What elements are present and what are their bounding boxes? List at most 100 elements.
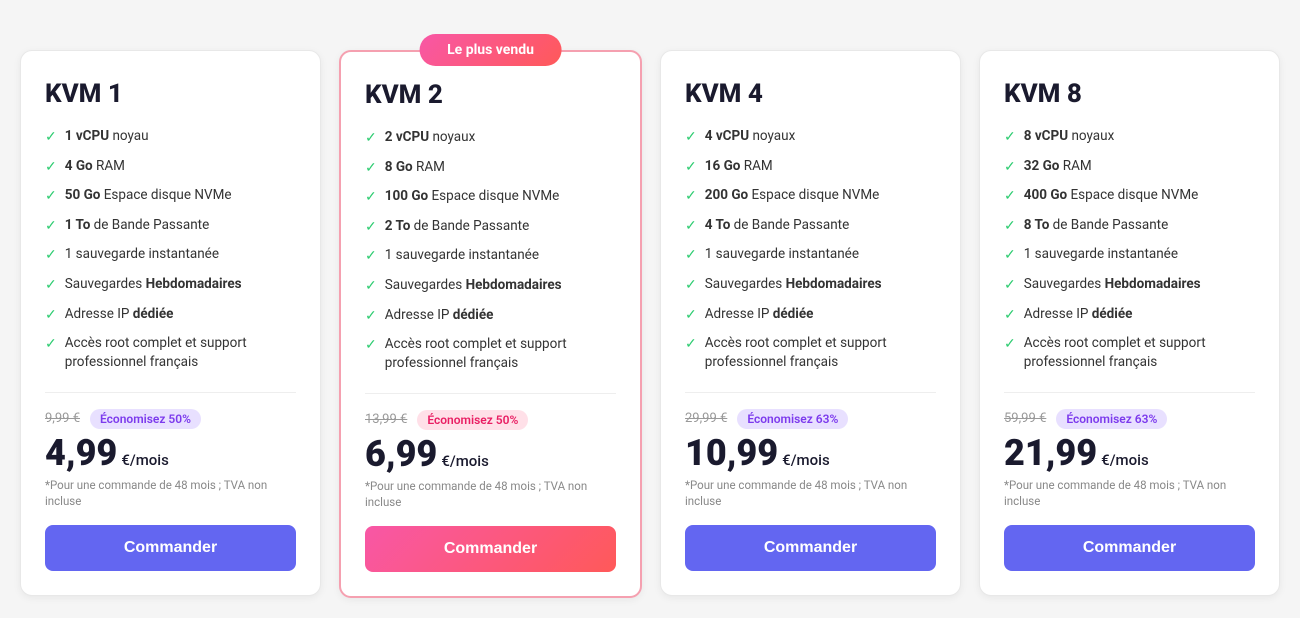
feature-item: ✓ 8 vCPU noyaux [1004, 127, 1255, 148]
feature-item: ✓ 1 sauvegarde instantanée [1004, 245, 1255, 266]
check-icon: ✓ [685, 217, 697, 237]
feature-item: ✓ Sauvegardes Hebdomadaires [685, 275, 936, 296]
check-icon: ✓ [45, 158, 57, 178]
check-icon: ✓ [1004, 246, 1016, 266]
feature-item: ✓ 400 Go Espace disque NVMe [1004, 186, 1255, 207]
price-main: 6,99 [365, 436, 437, 472]
divider [45, 392, 296, 393]
feature-text: 1 To de Bande Passante [65, 216, 210, 235]
check-icon: ✓ [1004, 158, 1016, 178]
check-icon: ✓ [685, 276, 697, 296]
pricing-row: 13,99 € Économisez 50% [365, 410, 616, 430]
price-unit: €/mois [121, 451, 169, 469]
check-icon: ✓ [1004, 306, 1016, 326]
feature-text: Adresse IP dédiée [385, 306, 494, 325]
check-icon: ✓ [45, 276, 57, 296]
price-note: *Pour une commande de 48 mois ; TVA non … [45, 477, 296, 509]
featured-badge: Le plus vendu [419, 34, 562, 66]
savings-badge: Économisez 63% [737, 409, 848, 429]
check-icon: ✓ [45, 306, 57, 326]
feature-text: 32 Go RAM [1024, 157, 1092, 176]
feature-text: 4 Go RAM [65, 157, 125, 176]
features-list: ✓ 4 vCPU noyaux ✓ 16 Go RAM ✓ 200 Go Esp… [685, 127, 936, 372]
feature-text: 100 Go Espace disque NVMe [385, 187, 560, 206]
price-note: *Pour une commande de 48 mois ; TVA non … [365, 478, 616, 510]
features-list: ✓ 8 vCPU noyaux ✓ 32 Go RAM ✓ 400 Go Esp… [1004, 127, 1255, 372]
feature-item: ✓ 4 To de Bande Passante [685, 216, 936, 237]
check-icon: ✓ [685, 306, 697, 326]
savings-badge: Économisez 50% [90, 409, 201, 429]
feature-item: ✓ 32 Go RAM [1004, 157, 1255, 178]
feature-text: 1 vCPU noyau [65, 127, 149, 146]
feature-item: ✓ Accès root complet et support professi… [365, 335, 616, 373]
feature-text: Adresse IP dédiée [65, 305, 174, 324]
feature-item: ✓ Accès root complet et support professi… [685, 334, 936, 372]
feature-item: ✓ Adresse IP dédiée [365, 306, 616, 327]
check-icon: ✓ [685, 187, 697, 207]
feature-item: ✓ 4 Go RAM [45, 157, 296, 178]
feature-item: ✓ Sauvegardes Hebdomadaires [365, 276, 616, 297]
feature-text: 4 To de Bande Passante [705, 216, 850, 235]
feature-item: ✓ Adresse IP dédiée [1004, 305, 1255, 326]
feature-item: ✓ 8 To de Bande Passante [1004, 216, 1255, 237]
check-icon: ✓ [685, 158, 697, 178]
check-icon: ✓ [1004, 128, 1016, 148]
check-icon: ✓ [365, 218, 377, 238]
feature-text: Sauvegardes Hebdomadaires [1024, 275, 1201, 294]
feature-item: ✓ 100 Go Espace disque NVMe [365, 187, 616, 208]
feature-text: Adresse IP dédiée [1024, 305, 1133, 324]
feature-text: Accès root complet et support profession… [65, 334, 296, 372]
cta-button[interactable]: Commander [45, 525, 296, 571]
feature-item: ✓ 50 Go Espace disque NVMe [45, 186, 296, 207]
savings-badge: Économisez 50% [417, 410, 528, 430]
feature-text: 1 sauvegarde instantanée [65, 245, 219, 264]
price-unit: €/mois [1101, 451, 1149, 469]
feature-item: ✓ 16 Go RAM [685, 157, 936, 178]
cta-button[interactable]: Commander [685, 525, 936, 571]
feature-item: ✓ Accès root complet et support professi… [1004, 334, 1255, 372]
cta-button[interactable]: Commander [1004, 525, 1255, 571]
feature-item: ✓ Sauvegardes Hebdomadaires [45, 275, 296, 296]
cta-button[interactable]: Commander [365, 526, 616, 572]
check-icon: ✓ [685, 335, 697, 355]
plan-title: KVM 4 [685, 79, 936, 109]
check-icon: ✓ [45, 128, 57, 148]
check-icon: ✓ [45, 217, 57, 237]
old-price: 9,99 € [45, 411, 80, 426]
feature-item: ✓ 1 sauvegarde instantanée [365, 246, 616, 267]
feature-item: ✓ 1 sauvegarde instantanée [685, 245, 936, 266]
check-icon: ✓ [45, 246, 57, 266]
price-unit: €/mois [782, 451, 830, 469]
feature-item: ✓ 1 sauvegarde instantanée [45, 245, 296, 266]
pricing-row: 9,99 € Économisez 50% [45, 409, 296, 429]
price-main: 10,99 [685, 435, 778, 471]
feature-item: ✓ 2 vCPU noyaux [365, 128, 616, 149]
price-main: 4,99 [45, 435, 117, 471]
feature-item: ✓ Sauvegardes Hebdomadaires [1004, 275, 1255, 296]
old-price: 59,99 € [1004, 411, 1046, 426]
features-list: ✓ 1 vCPU noyau ✓ 4 Go RAM ✓ 50 Go Espace… [45, 127, 296, 372]
feature-text: 8 vCPU noyaux [1024, 127, 1115, 146]
feature-item: ✓ 200 Go Espace disque NVMe [685, 186, 936, 207]
plan-title: KVM 2 [365, 80, 616, 110]
price-note: *Pour une commande de 48 mois ; TVA non … [685, 477, 936, 509]
feature-item: ✓ Adresse IP dédiée [45, 305, 296, 326]
features-list: ✓ 2 vCPU noyaux ✓ 8 Go RAM ✓ 100 Go Espa… [365, 128, 616, 373]
old-price: 13,99 € [365, 412, 407, 427]
plan-card-kvm8: KVM 8 ✓ 8 vCPU noyaux ✓ 32 Go RAM ✓ 400 … [979, 50, 1280, 596]
divider [685, 392, 936, 393]
savings-badge: Économisez 63% [1056, 409, 1167, 429]
feature-text: Sauvegardes Hebdomadaires [65, 275, 242, 294]
divider [365, 393, 616, 394]
feature-item: ✓ Adresse IP dédiée [685, 305, 936, 326]
check-icon: ✓ [365, 159, 377, 179]
check-icon: ✓ [45, 187, 57, 207]
old-price: 29,99 € [685, 411, 727, 426]
feature-item: ✓ 1 To de Bande Passante [45, 216, 296, 237]
feature-text: 400 Go Espace disque NVMe [1024, 186, 1199, 205]
check-icon: ✓ [365, 129, 377, 149]
feature-item: ✓ 1 vCPU noyau [45, 127, 296, 148]
check-icon: ✓ [1004, 217, 1016, 237]
feature-text: Sauvegardes Hebdomadaires [385, 276, 562, 295]
feature-item: ✓ 2 To de Bande Passante [365, 217, 616, 238]
